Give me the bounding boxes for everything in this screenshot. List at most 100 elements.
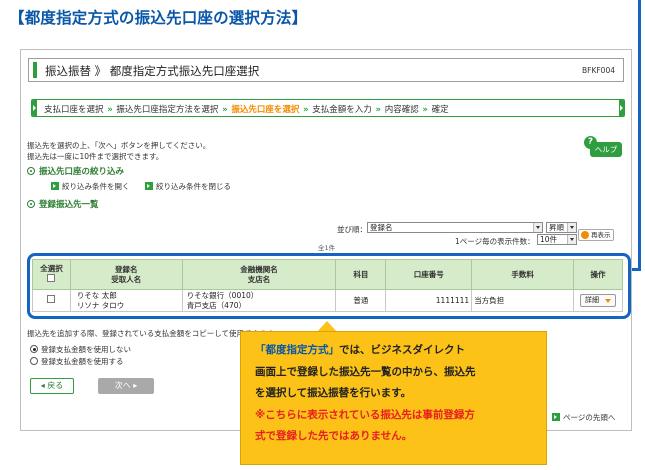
step-6: 確定 <box>431 105 449 115</box>
step-separator: » <box>303 105 309 115</box>
payee-name: りそな 太郎 <box>76 291 117 300</box>
payee-table: 全選択 登録名 受取人名 金融機関名 支店名 科目 口座番号 手数料 操作 りそ… <box>32 259 624 312</box>
arrow-square-icon <box>51 182 59 190</box>
name-header: 登録名 受取人名 <box>69 259 183 290</box>
filter-open-link[interactable]: 絞り込み条件を開く <box>51 181 130 192</box>
select-all-header: 全選択 <box>32 259 71 290</box>
step-separator: » <box>375 105 381 115</box>
bank-name: りそな銀行（0010） <box>186 291 259 300</box>
callout-line-4: ※こちらに表示されている振込先は事前登録方 <box>255 408 475 421</box>
back-label: 戻る <box>47 381 64 390</box>
connector-line <box>638 0 641 270</box>
callout-highlight: 「都度指定方式」 <box>255 344 339 356</box>
step-4: 支払金額を入力 <box>312 105 372 115</box>
per-page-select[interactable]: 10件 <box>537 234 577 245</box>
action-cell: 詳細 <box>572 289 624 312</box>
header-accent-bar <box>33 62 37 78</box>
page-title: 【都度指定方式の振込先口座の選択方法】 <box>9 9 308 27</box>
help-button[interactable]: ? ヘルプ <box>584 136 622 160</box>
account-cell: 1111111 <box>385 289 473 312</box>
screen-title: 振込振替 》 都度指定方式振込先口座選択 <box>45 64 260 78</box>
type-cell: 普通 <box>335 289 387 312</box>
per-page-value: 10件 <box>540 235 558 244</box>
callout-line-1-rest: では、ビジネスダイレクト <box>339 344 465 356</box>
amount-option-2[interactable]: 登録支払金額を使用する <box>30 356 124 367</box>
sort-label: 並び順： <box>337 225 367 234</box>
next-label: 次へ <box>114 381 131 390</box>
back-button[interactable]: ◂ 戻る <box>30 378 74 394</box>
bank-header: 金融機関名 支店名 <box>181 259 337 290</box>
chevron-down-icon <box>533 223 542 232</box>
name-header-line2: 受取人名 <box>111 274 142 284</box>
callout-line-5: 式で登録した先ではありません。 <box>255 430 413 442</box>
bank-cell: りそな銀行（0010） 青戸支店（470） <box>181 289 337 312</box>
detail-button[interactable]: 詳細 <box>579 294 616 307</box>
table-header-row: 全選択 登録名 受取人名 金融機関名 支店名 科目 口座番号 手数料 操作 <box>32 259 624 290</box>
row-checkbox[interactable] <box>47 295 56 304</box>
page-top-label: ページの先頭へ <box>563 413 616 422</box>
step-separator: » <box>422 105 428 115</box>
filter-section-label: 振込先口座の絞り込み <box>39 167 125 177</box>
step-3-current: 振込先口座を選択 <box>231 105 300 115</box>
step-indicator: 支払口座を選択 » 振込先口座指定方法を選択 » 振込先口座を選択 » 支払金額… <box>31 99 625 117</box>
step-2: 振込先口座指定方法を選択 <box>116 105 219 115</box>
page-top-link[interactable]: ページの先頭へ <box>552 412 615 423</box>
explanation-callout: 「都度指定方式」では、ビジネスダイレクト 画面上で登録した振込先一覧の中から、振… <box>240 331 547 465</box>
branch-name: 青戸支店（470） <box>186 300 247 310</box>
select-all-label: 全選択 <box>40 264 63 273</box>
step-1: 支払口座を選択 <box>44 105 104 115</box>
callout-line-1: 「都度指定方式」では、ビジネスダイレクト <box>255 340 476 362</box>
instructions: 振込先を選択の上、「次へ」ボタンを押してください。 振込先は一度に10件まで選択… <box>27 140 210 162</box>
callout-text: 「都度指定方式」では、ビジネスダイレクト 画面上で登録した振込先一覧の中から、振… <box>255 340 476 448</box>
screen-code: BFKF004 <box>581 66 615 75</box>
amount-option-1-label: 登録支払金額を使用しない <box>41 345 131 354</box>
redisplay-button[interactable]: 再表示 <box>578 229 614 241</box>
filter-open-label: 絞り込み条件を開く <box>62 182 130 191</box>
arrow-square-icon <box>552 413 560 421</box>
step-separator: » <box>107 105 113 115</box>
help-label: ヘルプ <box>590 142 622 157</box>
sort-field-select[interactable]: 登録名 <box>367 222 543 233</box>
sort-order-value: 昇順 <box>549 223 564 232</box>
action-header: 操作 <box>572 259 624 290</box>
bank-header-line1: 金融機関名 <box>240 264 278 274</box>
sort-order-select[interactable]: 昇順 <box>546 222 577 233</box>
section-bullet-icon <box>27 200 35 208</box>
bank-header-line2: 支店名 <box>247 274 271 284</box>
instruction-line-1: 振込先を選択の上、「次へ」ボタンを押してください。 <box>27 141 211 150</box>
screen-header: 振込振替 》 都度指定方式振込先口座選択 BFKF004 <box>28 58 624 82</box>
name-header-line1: 登録名 <box>115 264 138 274</box>
table-row: りそな 太郎 リソナ タロウ りそな銀行（0010） 青戸支店（470） 普通 … <box>32 289 624 312</box>
section-bullet-icon <box>27 167 35 175</box>
account-header: 口座番号 <box>385 259 473 290</box>
radio-unselected[interactable] <box>30 357 38 365</box>
list-section-title: 登録振込先一覧 <box>27 198 99 210</box>
select-all-checkbox[interactable] <box>47 274 56 282</box>
filter-section-title: 振込先口座の絞り込み <box>27 165 124 177</box>
amount-option-1[interactable]: 登録支払金額を使用しない <box>30 344 131 355</box>
chevron-down-icon <box>567 235 576 244</box>
list-section-label: 登録振込先一覧 <box>39 200 99 210</box>
name-cell: りそな 太郎 リソナ タロウ <box>69 289 183 312</box>
amount-option-2-label: 登録支払金額を使用する <box>41 357 124 366</box>
next-button[interactable]: 次へ ▸ <box>98 378 154 394</box>
fee-header: 手数料 <box>471 259 574 290</box>
sort-field-value: 登録名 <box>370 223 393 232</box>
instruction-line-2: 振込先は一度に10件まで選択できます。 <box>27 152 164 161</box>
step-5: 内容確認 <box>384 105 419 115</box>
filter-close-link[interactable]: 絞り込み条件を閉じる <box>145 181 231 192</box>
step-indicator-right-cap <box>619 100 624 116</box>
arrow-square-icon <box>145 182 153 190</box>
step-separator: » <box>222 105 228 115</box>
type-header: 科目 <box>335 259 387 290</box>
filter-close-label: 絞り込み条件を閉じる <box>156 182 231 191</box>
row-select-cell <box>32 289 71 312</box>
payee-kana: リソナ タロウ <box>76 300 125 310</box>
result-count: 全1件 <box>318 244 336 252</box>
radio-selected[interactable] <box>30 345 38 353</box>
step-list: 支払口座を選択 » 振込先口座指定方法を選択 » 振込先口座を選択 » 支払金額… <box>44 103 449 115</box>
step-indicator-left-cap <box>32 100 37 116</box>
callout-line-2: 画面上で登録した振込先一覧の中から、振込先 <box>255 365 476 378</box>
fee-cell: 当方負担 <box>471 289 574 312</box>
per-page-label: 1ページ毎の表示件数： <box>455 237 535 246</box>
